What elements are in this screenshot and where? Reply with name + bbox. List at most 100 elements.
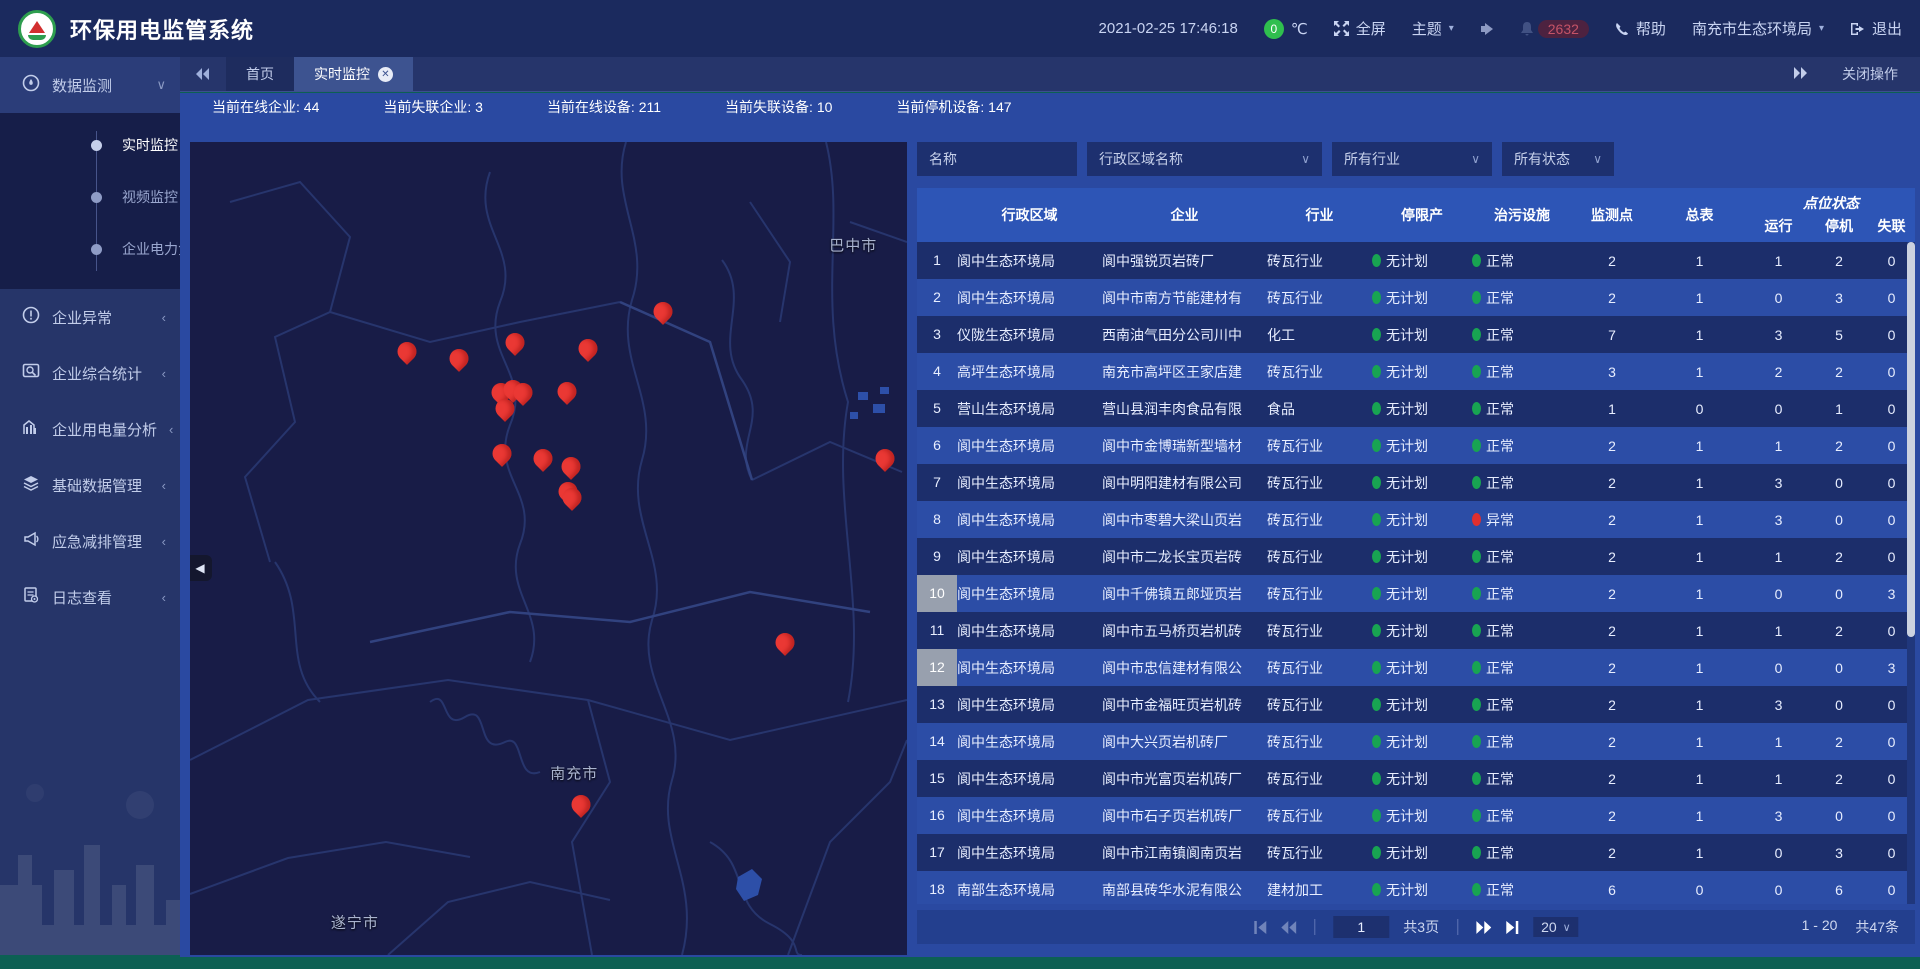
cell-plan: 无计划	[1372, 732, 1472, 752]
skip-first-icon	[1253, 921, 1267, 934]
cell-industry: 砖瓦行业	[1267, 769, 1372, 789]
cell-region: 阆中生态环境局	[957, 621, 1102, 641]
bullet-dot-icon	[91, 140, 102, 151]
status-select[interactable]: 所有状态∨	[1502, 142, 1614, 176]
sidebar-item-1[interactable]: 数据监测∨	[0, 57, 180, 113]
cell-run: 0	[1747, 845, 1810, 861]
tabs-scroll-left-button[interactable]	[180, 57, 226, 91]
map-collapse-button[interactable]: ◀	[190, 555, 212, 581]
cell-company: 阆中市忠信建材有限公	[1102, 658, 1267, 678]
last-page-button[interactable]	[1505, 921, 1519, 934]
cell-meters: 1	[1652, 697, 1747, 713]
map-panel[interactable]: ◀ 巴中市南充市遂宁市	[190, 142, 907, 955]
table-row[interactable]: 3仪陇生态环境局西南油气田分公司川中化工无计划正常71350	[917, 316, 1915, 353]
facility-label: 正常	[1486, 806, 1514, 826]
logout-button[interactable]: 退出	[1850, 18, 1902, 39]
sidebar-subitem-实时监控[interactable]: 实时监控	[0, 119, 180, 171]
sidebar-item-4[interactable]: 企业用电量分析‹	[0, 401, 180, 457]
cell-region: 南部生态环境局	[957, 880, 1102, 900]
sidebar-item-6[interactable]: 应急减排管理‹	[0, 513, 180, 569]
cell-industry: 砖瓦行业	[1267, 473, 1372, 493]
status-dot-green	[1472, 772, 1481, 785]
table-row[interactable]: 1阆中生态环境局阆中强锐页岩砖厂砖瓦行业无计划正常21120	[917, 242, 1915, 279]
chevron-left-icon: ‹	[162, 590, 166, 605]
cell-company: 阆中市光富页岩机砖厂	[1102, 769, 1267, 789]
status-dot-green	[1472, 365, 1481, 378]
cell-stop: 2	[1810, 734, 1868, 750]
tab-close-icon[interactable]: ✕	[378, 67, 393, 82]
sidebar-item-label: 企业用电量分析	[52, 419, 157, 440]
sidebar-item-3[interactable]: 企业综合统计‹	[0, 345, 180, 401]
name-search-input[interactable]: 名称	[917, 142, 1077, 176]
cell-meters: 1	[1652, 586, 1747, 602]
table-row[interactable]: 16阆中生态环境局阆中市石子页岩机砖厂砖瓦行业无计划正常21300	[917, 797, 1915, 834]
sidebar-item-2[interactable]: 企业异常‹	[0, 289, 180, 345]
first-page-button[interactable]	[1253, 921, 1267, 934]
region-select[interactable]: 行政区域名称∨	[1087, 142, 1322, 176]
table-row[interactable]: 15阆中生态环境局阆中市光富页岩机砖厂砖瓦行业无计划正常21120	[917, 760, 1915, 797]
skyline-decoration	[0, 765, 180, 955]
plan-label: 无计划	[1386, 695, 1428, 715]
page-size-select[interactable]: 20∨	[1533, 917, 1579, 937]
notifications[interactable]: 2632	[1520, 20, 1589, 38]
table-scrollbar[interactable]	[1907, 242, 1915, 904]
sidebar-subitem-视频监控[interactable]: 视频监控	[0, 171, 180, 223]
cell-run: 1	[1747, 438, 1810, 454]
sound-toggle[interactable]	[1480, 22, 1494, 36]
cell-stop: 6	[1810, 882, 1868, 898]
cell-meters: 1	[1652, 290, 1747, 306]
table-row[interactable]: 18南部生态环境局南部县砖华水泥有限公建材加工无计划正常60060	[917, 871, 1915, 904]
stat-当前在线企业: 当前在线企业: 44	[212, 97, 319, 117]
prev-page-button[interactable]	[1281, 921, 1296, 934]
table-row[interactable]: 7阆中生态环境局阆中明阳建材有限公司砖瓦行业无计划正常21300	[917, 464, 1915, 501]
table-row[interactable]: 5营山生态环境局营山县润丰肉食品有限食品无计划正常10010	[917, 390, 1915, 427]
row-index: 15	[917, 760, 957, 797]
chevron-down-icon: ∨	[1301, 152, 1310, 166]
facility-label: 异常	[1486, 510, 1514, 530]
cell-points: 2	[1572, 586, 1652, 602]
cell-company: 西南油气田分公司川中	[1102, 325, 1267, 345]
layers-icon	[22, 474, 40, 496]
table-row[interactable]: 4高坪生态环境局南充市高坪区王家店建砖瓦行业无计划正常31220	[917, 353, 1915, 390]
double-chevron-right-icon	[1476, 921, 1491, 934]
temperature-unit: ℃	[1291, 20, 1308, 38]
cell-facility: 正常	[1472, 732, 1572, 752]
table-body[interactable]: 1阆中生态环境局阆中强锐页岩砖厂砖瓦行业无计划正常211202阆中生态环境局阆中…	[917, 242, 1915, 904]
close-operations-button[interactable]: 关闭操作	[1842, 64, 1898, 84]
table-row[interactable]: 14阆中生态环境局阆中大兴页岩机砖厂砖瓦行业无计划正常21120	[917, 723, 1915, 760]
sidebar-item-5[interactable]: 基础数据管理‹	[0, 457, 180, 513]
table-row[interactable]: 9阆中生态环境局阆中市二龙长宝页岩砖砖瓦行业无计划正常21120	[917, 538, 1915, 575]
cell-region: 营山生态环境局	[957, 399, 1102, 419]
table-row[interactable]: 12阆中生态环境局阆中市忠信建材有限公砖瓦行业无计划正常21003	[917, 649, 1915, 686]
sidebar-item-7[interactable]: 日志查看‹	[0, 569, 180, 625]
cell-stop: 2	[1810, 364, 1868, 380]
status-dot-green	[1372, 402, 1381, 415]
cell-region: 阆中生态环境局	[957, 658, 1102, 678]
table-row[interactable]: 2阆中生态环境局阆中市南方节能建材有砖瓦行业无计划正常21030	[917, 279, 1915, 316]
table-row[interactable]: 17阆中生态环境局阆中市江南镇阆南页岩砖瓦行业无计划正常21030	[917, 834, 1915, 871]
cell-points: 2	[1572, 623, 1652, 639]
double-chevron-left-icon	[1281, 921, 1296, 934]
table-row[interactable]: 8阆中生态环境局阆中市枣碧大梁山页岩砖瓦行业无计划异常21300	[917, 501, 1915, 538]
plan-label: 无计划	[1386, 288, 1428, 308]
facility-label: 正常	[1486, 584, 1514, 604]
table-row[interactable]: 10阆中生态环境局阆中千佛镇五郎垭页岩砖瓦行业无计划正常21003	[917, 575, 1915, 612]
theme-menu[interactable]: 主题▾	[1412, 18, 1454, 39]
sidebar-subitem-企业电力负荷明细[interactable]: 企业电力负荷明细	[0, 223, 180, 275]
next-page-button[interactable]	[1476, 921, 1491, 934]
table-row[interactable]: 13阆中生态环境局阆中市金福旺页岩机砖砖瓦行业无计划正常21300	[917, 686, 1915, 723]
row-index: 7	[917, 464, 957, 501]
plan-label: 无计划	[1386, 473, 1428, 493]
sidebar-item-label: 基础数据管理	[52, 475, 150, 496]
fullscreen-button[interactable]: 全屏	[1334, 18, 1386, 39]
user-menu[interactable]: 南充市生态环境局▾	[1692, 18, 1824, 39]
tab-home[interactable]: 首页	[226, 57, 294, 91]
table-row[interactable]: 6阆中生态环境局阆中市金博瑞新型墙材砖瓦行业无计划正常21120	[917, 427, 1915, 464]
help-button[interactable]: 帮助	[1615, 18, 1666, 39]
cell-industry: 砖瓦行业	[1267, 732, 1372, 752]
tabs-scroll-right-button[interactable]	[1794, 66, 1808, 82]
page-number-input[interactable]: 1	[1333, 916, 1389, 938]
tab-realtime-monitor[interactable]: 实时监控 ✕	[294, 57, 413, 91]
table-row[interactable]: 11阆中生态环境局阆中市五马桥页岩机砖砖瓦行业无计划正常21120	[917, 612, 1915, 649]
industry-select[interactable]: 所有行业∨	[1332, 142, 1492, 176]
